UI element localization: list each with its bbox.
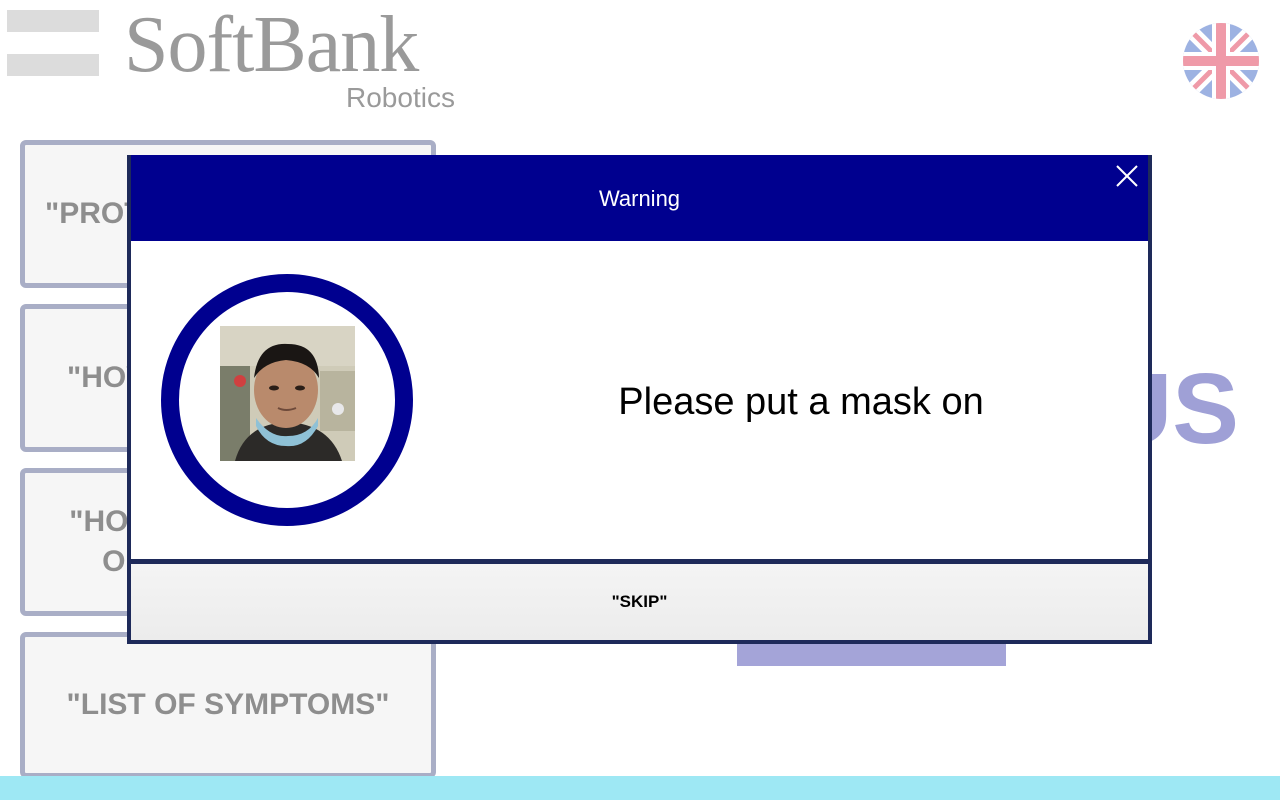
menu-button-list-of-symptoms[interactable]: "LIST OF SYMPTOMS" bbox=[20, 632, 436, 778]
hamburger-menu-icon[interactable] bbox=[7, 10, 99, 76]
skip-button[interactable]: "SKIP" bbox=[131, 559, 1148, 640]
dialog-title: Warning bbox=[598, 186, 681, 211]
hamburger-bar bbox=[7, 10, 99, 32]
camera-face-image bbox=[220, 326, 355, 461]
uk-flag-icon[interactable] bbox=[1182, 22, 1260, 100]
hamburger-bar bbox=[7, 54, 99, 76]
logo-main-text: SoftBank bbox=[124, 1, 419, 89]
softbank-robotics-logo: SoftBank Robotics bbox=[124, 0, 484, 120]
dialog-body: Please put a mask on bbox=[131, 241, 1148, 559]
menu-button-label: "LIST OF SYMPTOMS" bbox=[66, 688, 390, 721]
warning-dialog: Warning Please put a mask on "SKIP" bbox=[127, 155, 1152, 644]
logo-sub-text: Robotics bbox=[346, 82, 455, 113]
close-icon[interactable] bbox=[1112, 161, 1142, 191]
bottom-bar bbox=[0, 776, 1280, 800]
dialog-header: Warning bbox=[131, 155, 1148, 241]
warning-message: Please put a mask on bbox=[618, 381, 984, 423]
